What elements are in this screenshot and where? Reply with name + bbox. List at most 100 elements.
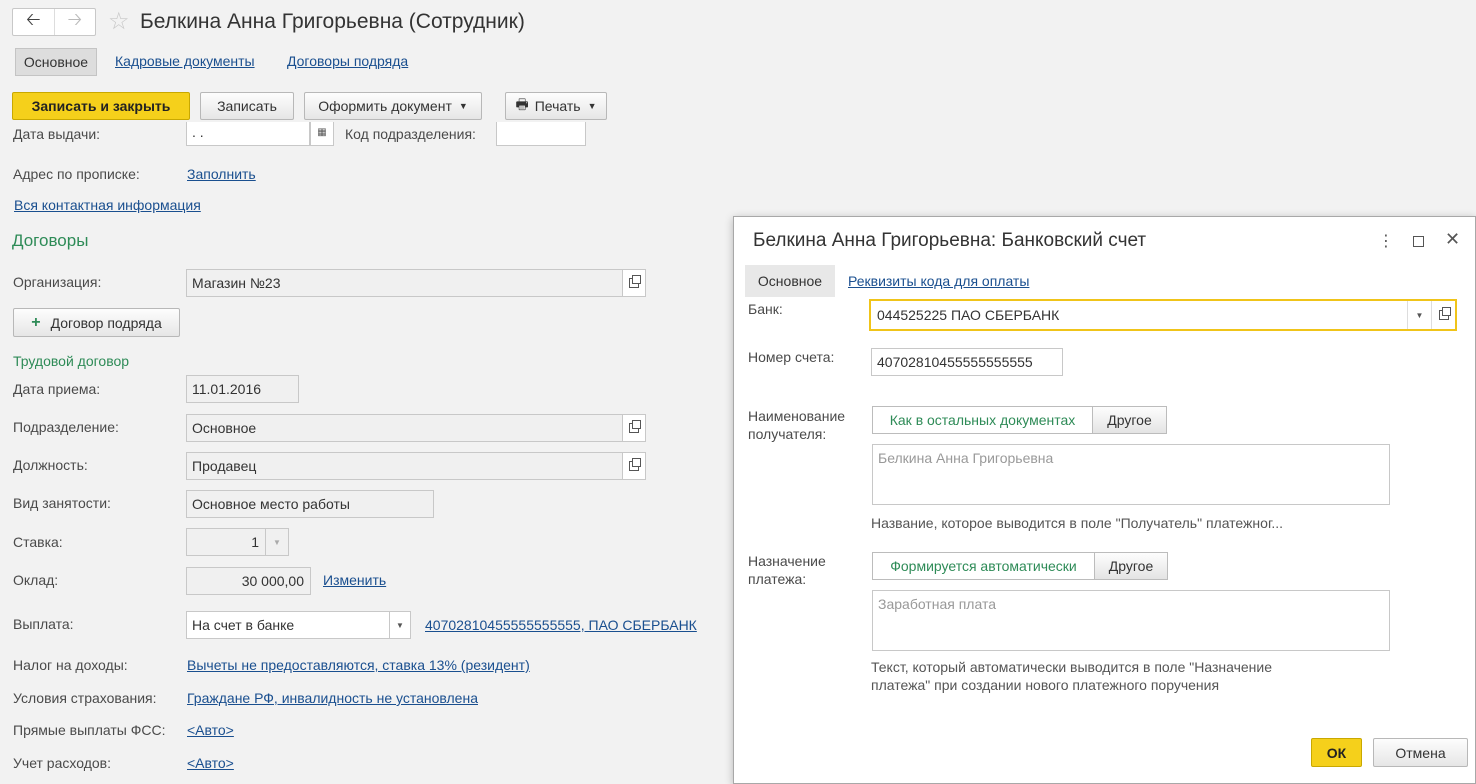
calendar-icon: ▦ <box>317 126 327 138</box>
account-field[interactable]: 40702810455555555555 <box>871 348 1063 376</box>
partial-row: Дата выдачи: . . ▦ Код подразделения: <box>0 122 730 148</box>
expense-label: Учет расходов: <box>13 755 111 771</box>
dept-code-input[interactable] <box>496 122 586 146</box>
back-button[interactable]: 🡠 <box>13 9 54 35</box>
tax-link[interactable]: Вычеты не предоставляются, ставка 13% (р… <box>187 657 530 673</box>
employment-field[interactable]: Основное место работы <box>186 490 434 518</box>
org-open-button[interactable] <box>622 269 646 297</box>
division-open-button[interactable] <box>622 414 646 442</box>
purpose-textarea[interactable]: Заработная плата <box>872 590 1390 651</box>
dept-code-label: Код подразделения: <box>345 126 476 142</box>
chevron-down-icon[interactable]: ▼ <box>1407 301 1431 329</box>
expense-link[interactable]: <Авто> <box>187 755 234 771</box>
add-contract-label: Договор подряда <box>50 314 162 331</box>
issue-date-input[interactable]: . . <box>186 122 310 146</box>
ok-button[interactable]: ОК <box>1311 738 1362 767</box>
salary-label: Оклад: <box>13 572 59 588</box>
division-field[interactable]: Основное <box>186 414 623 442</box>
recipient-option-other[interactable]: Другое <box>1092 406 1167 434</box>
close-icon[interactable]: ✕ <box>1445 229 1460 250</box>
print-button[interactable]: 🖶 Печать ▼ <box>505 92 607 120</box>
position-open-button[interactable] <box>622 452 646 480</box>
save-button[interactable]: Записать <box>200 92 294 120</box>
insurance-label: Условия страхования: <box>13 690 157 706</box>
open-icon <box>629 458 641 471</box>
purpose-option-auto[interactable]: Формируется автоматически <box>872 552 1095 580</box>
org-label: Организация: <box>13 274 102 290</box>
insurance-link[interactable]: Граждане РФ, инвалидность не установлена <box>187 690 478 706</box>
dialog-tab-payment-codes[interactable]: Реквизиты кода для оплаты <box>848 273 1029 289</box>
fss-link[interactable]: <Авто> <box>187 722 234 738</box>
more-vertical-icon[interactable]: ⋮ <box>1378 231 1394 251</box>
nav-buttons: 🡠 🡢 <box>12 8 96 36</box>
payout-select[interactable]: На счет в банке <box>186 611 390 639</box>
salary-change-link[interactable]: Изменить <box>323 572 386 588</box>
recipient-hint: Название, которое выводится в поле "Полу… <box>871 515 1284 531</box>
print-label: Печать <box>534 98 581 114</box>
chevron-down-icon: ▼ <box>458 101 468 111</box>
recipient-textarea[interactable]: Белкина Анна Григорьевна <box>872 444 1390 505</box>
purpose-option-other[interactable]: Другое <box>1094 552 1168 580</box>
all-contacts-link[interactable]: Вся контактная информация <box>14 197 201 213</box>
bank-label: Банк: <box>748 301 783 317</box>
chevron-down-icon: ▼ <box>273 537 281 547</box>
forward-button[interactable]: 🡢 <box>53 9 96 35</box>
address-fill-link[interactable]: Заполнить <box>187 166 256 182</box>
save-label: Записать <box>217 98 277 114</box>
rate-dropdown[interactable]: ▼ <box>265 528 289 556</box>
open-icon <box>1438 307 1451 320</box>
page-title: Белкина Анна Григорьевна (Сотрудник) <box>140 10 525 33</box>
open-icon <box>629 420 641 433</box>
bank-open-button[interactable] <box>1431 301 1455 329</box>
tab-hr-docs[interactable]: Кадровые документы <box>115 53 255 69</box>
star-icon[interactable]: ☆ <box>108 8 130 36</box>
recipient-label: Наименование получателя: <box>748 408 846 442</box>
purpose-label: Назначение платежа: <box>748 553 826 587</box>
salary-field[interactable]: 30 000,00 <box>186 567 311 595</box>
bank-value: 044525225 ПАО СБЕРБАНК <box>877 307 1060 323</box>
tax-label: Налог на доходы: <box>13 657 128 673</box>
fss-label: Прямые выплаты ФСС: <box>13 722 166 738</box>
make-document-label: Оформить документ <box>318 98 452 114</box>
hire-date-field[interactable]: 11.01.2016 <box>186 375 299 403</box>
arrow-right-icon: 🡢 <box>67 9 83 29</box>
dialog-tab-main[interactable]: Основное <box>745 265 835 297</box>
position-label: Должность: <box>13 457 88 473</box>
bank-field[interactable]: 044525225 ПАО СБЕРБАНК ▼ <box>869 299 1457 331</box>
maximize-icon[interactable] <box>1413 236 1424 247</box>
save-close-button[interactable]: Записать и закрыть <box>12 92 190 120</box>
org-field[interactable]: Магазин №23 <box>186 269 623 297</box>
hire-date-label: Дата приема: <box>13 381 101 397</box>
chevron-down-icon: ▼ <box>587 101 597 111</box>
recipient-option-default[interactable]: Как в остальных документах <box>872 406 1093 434</box>
plus-icon: + <box>31 313 41 331</box>
bank-account-dialog: Белкина Анна Григорьевна: Банковский сче… <box>733 216 1476 784</box>
address-label: Адрес по прописке: <box>13 166 140 182</box>
employment-label: Вид занятости: <box>13 495 111 511</box>
cancel-label: Отмена <box>1395 744 1446 761</box>
arrow-left-icon: 🡠 <box>25 9 41 29</box>
division-label: Подразделение: <box>13 419 119 435</box>
position-field[interactable]: Продавец <box>186 452 623 480</box>
ok-label: ОК <box>1326 744 1347 761</box>
add-contract-button[interactable]: + Договор подряда <box>13 308 180 337</box>
labor-contract-heading: Трудовой договор <box>13 353 130 369</box>
open-icon <box>629 275 641 288</box>
account-label: Номер счета: <box>748 349 835 365</box>
cancel-button[interactable]: Отмена <box>1373 738 1468 767</box>
section-contracts: Договоры <box>12 231 89 250</box>
dialog-title: Белкина Анна Григорьевна: Банковский сче… <box>753 230 1147 251</box>
calendar-button[interactable]: ▦ <box>310 122 334 146</box>
payout-label: Выплата: <box>13 616 74 632</box>
save-close-label: Записать и закрыть <box>31 98 171 114</box>
tab-contracts[interactable]: Договоры подряда <box>287 53 408 69</box>
printer-icon: 🖶 <box>515 96 529 112</box>
rate-label: Ставка: <box>13 534 63 550</box>
payout-account-link[interactable]: 40702810455555555555, ПАО СБЕРБАНК <box>425 617 697 633</box>
chevron-down-icon: ▼ <box>396 620 404 630</box>
payout-dropdown[interactable]: ▼ <box>389 611 411 639</box>
make-document-button[interactable]: Оформить документ ▼ <box>304 92 482 120</box>
issue-date-label: Дата выдачи: <box>13 126 101 142</box>
rate-field[interactable]: 1 <box>186 528 266 556</box>
tab-main[interactable]: Основное <box>15 48 97 76</box>
